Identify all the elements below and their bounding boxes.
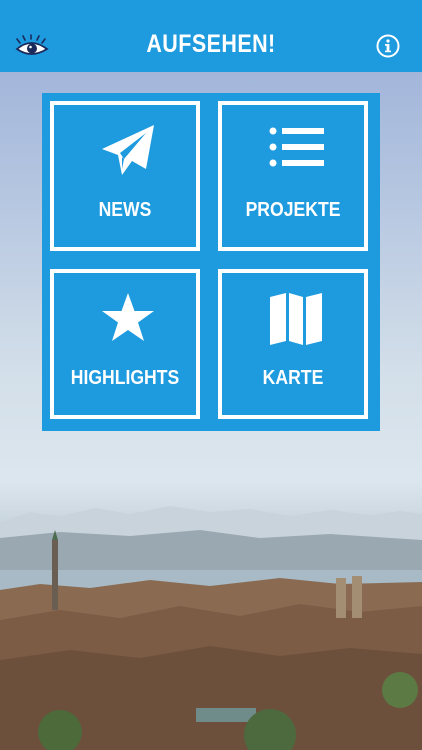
map-icon (270, 293, 322, 345)
city-panorama (0, 506, 422, 750)
paper-plane-icon (102, 125, 154, 175)
app-header: AUFSEHEN! (0, 0, 422, 72)
projekte-tile[interactable]: PROJEKTE (218, 101, 368, 251)
info-icon (376, 34, 400, 58)
news-label: NEWS (98, 199, 152, 221)
news-tile[interactable]: NEWS (50, 101, 200, 251)
highlights-label: HIGHLIGHTS (70, 367, 180, 389)
app-title: AUFSEHEN! (146, 30, 276, 58)
projekte-label: PROJEKTE (245, 199, 341, 221)
star-icon (102, 293, 154, 341)
karte-tile[interactable]: KARTE (218, 269, 368, 419)
info-button[interactable] (376, 34, 400, 58)
main-menu-grid: NEWS PROJEKTE HIGHLIGHTS KARTE (42, 93, 380, 431)
karte-label: KARTE (262, 367, 324, 389)
list-icon (269, 127, 324, 167)
highlights-tile[interactable]: HIGHLIGHTS (50, 269, 200, 419)
